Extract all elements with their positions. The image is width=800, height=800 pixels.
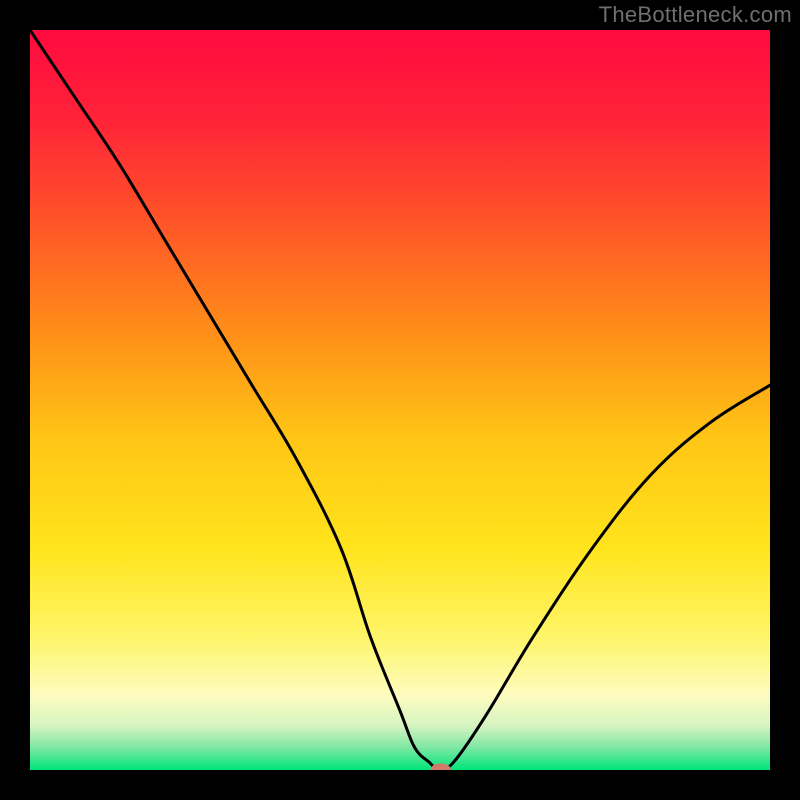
gradient-background bbox=[30, 30, 770, 770]
chart-svg bbox=[30, 30, 770, 770]
plot-area bbox=[30, 30, 770, 770]
chart-frame: TheBottleneck.com bbox=[0, 0, 800, 800]
watermark-text: TheBottleneck.com bbox=[599, 2, 792, 28]
